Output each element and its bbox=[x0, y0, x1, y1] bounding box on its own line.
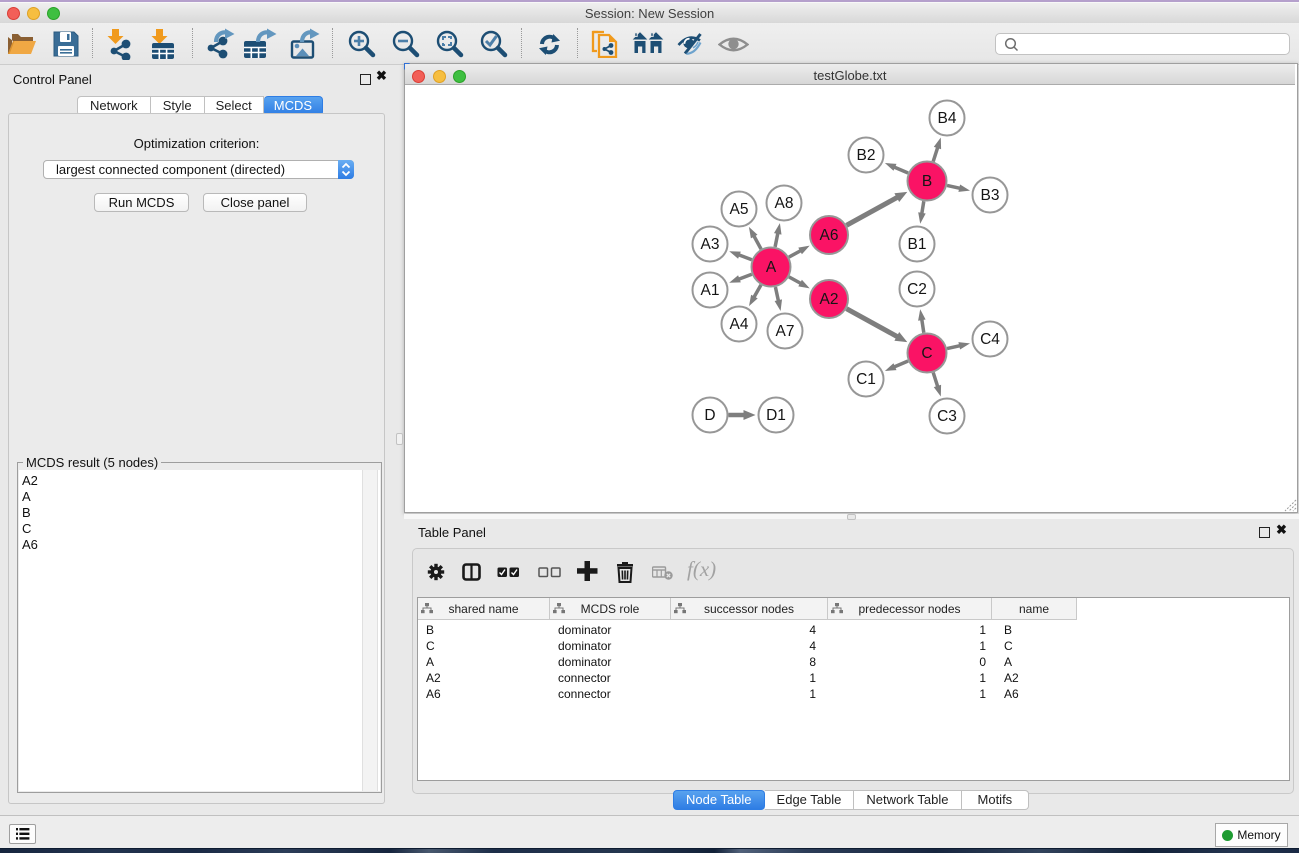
svg-text:A2: A2 bbox=[820, 291, 839, 308]
svg-text:C: C bbox=[921, 345, 932, 362]
svg-text:B2: B2 bbox=[857, 147, 876, 164]
svg-text:B1: B1 bbox=[908, 236, 927, 253]
svg-text:A5: A5 bbox=[730, 201, 749, 218]
svg-text:C3: C3 bbox=[937, 408, 957, 425]
svg-text:A3: A3 bbox=[701, 236, 720, 253]
svg-text:A8: A8 bbox=[775, 195, 794, 212]
svg-text:B4: B4 bbox=[938, 110, 957, 127]
svg-text:A7: A7 bbox=[776, 323, 795, 340]
svg-text:B3: B3 bbox=[981, 187, 1000, 204]
svg-text:A6: A6 bbox=[820, 227, 839, 244]
svg-text:C2: C2 bbox=[907, 281, 927, 298]
svg-text:D: D bbox=[704, 407, 715, 424]
svg-text:C4: C4 bbox=[980, 331, 1000, 348]
svg-text:C1: C1 bbox=[856, 371, 876, 388]
svg-text:B: B bbox=[922, 173, 932, 190]
svg-text:A: A bbox=[766, 259, 777, 276]
svg-text:A1: A1 bbox=[701, 282, 720, 299]
svg-text:D1: D1 bbox=[766, 407, 786, 424]
svg-text:A4: A4 bbox=[730, 316, 749, 333]
